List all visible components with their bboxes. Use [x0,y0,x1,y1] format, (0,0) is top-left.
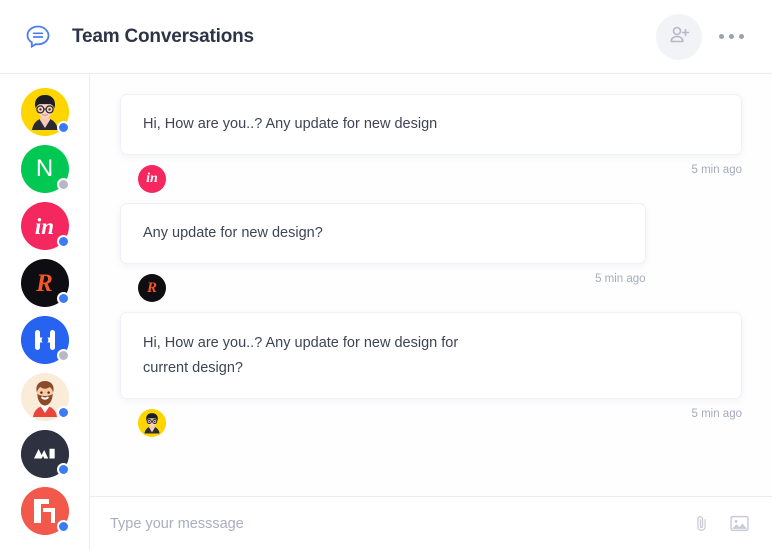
sidebar-contact-p-logo[interactable] [21,487,69,535]
add-user-icon [667,23,691,50]
message-item: Hi, How are you..? Any update for new de… [120,312,742,439]
message-timestamp: 5 min ago [691,408,742,420]
app-body: N in R [0,74,772,550]
sidebar-contact-m-logo[interactable] [21,430,69,478]
sidebar-contact-illustrated-girl-glasses[interactable] [21,88,69,136]
composer-actions [691,513,750,534]
page-title: Team Conversations [72,26,254,48]
message-item: Any update for new design? R 5 min ago [120,203,742,304]
message-sender-avatar-illustrated-girl-glasses[interactable] [138,409,166,437]
more-options-icon-dot3 [739,34,744,39]
image-icon[interactable] [729,513,750,534]
sidebar-contact-invision-logo[interactable]: in [21,202,69,250]
status-dot-offline [57,178,70,191]
message-meta: 5 min ago [120,407,742,439]
message-text: Hi, How are you..? Any update for new de… [143,112,437,137]
message-input[interactable] [110,497,691,550]
sidebar-contact-illustrated-man-beard[interactable] [21,373,69,421]
message-sender-avatar-r-logo[interactable]: R [138,274,166,302]
message-bubble[interactable]: Hi, How are you..? Any update for new de… [120,312,742,399]
chat-bubble-icon [22,21,54,53]
message-bubble[interactable]: Any update for new design? [120,203,646,264]
message-text: Hi, How are you..? Any update for new de… [143,331,479,381]
status-dot-online [57,292,70,305]
avatar-letter: R [36,271,53,296]
chat-panel: Hi, How are you..? Any update for new de… [90,74,772,550]
sidebar-contact-r-logo[interactable]: R [21,259,69,307]
avatar-letter: in [146,172,158,186]
message-meta: in 5 min ago [120,163,742,195]
status-dot-online [57,121,70,134]
message-text: Any update for new design? [143,221,323,246]
avatar-letter: N [36,157,53,181]
message-bubble[interactable]: Hi, How are you..? Any update for new de… [120,94,742,155]
contacts-sidebar[interactable]: N in R [0,74,90,550]
add-user-button[interactable] [656,14,702,60]
paperclip-icon[interactable] [691,513,712,534]
message-timestamp: 5 min ago [595,273,646,285]
sidebar-contact-n-logo[interactable]: N [21,145,69,193]
status-dot-online [57,463,70,476]
message-timestamp: 5 min ago [691,164,742,176]
more-options-icon [719,34,724,39]
avatar-letter: in [35,215,54,238]
message-meta: R 5 min ago [120,272,646,304]
message-composer [90,496,772,550]
status-dot-online [57,520,70,533]
message-item: Hi, How are you..? Any update for new de… [120,94,742,195]
message-sender-avatar-invision-logo[interactable]: in [138,165,166,193]
message-list: Hi, How are you..? Any update for new de… [90,74,772,496]
status-dot-online [57,406,70,419]
sidebar-contact-h-logo[interactable] [21,316,69,364]
avatar-letter: R [147,281,157,296]
more-options-icon-dot2 [729,34,734,39]
status-dot-online [57,235,70,248]
status-dot-offline [57,349,70,362]
more-options-button[interactable] [714,20,748,54]
chat-app-window: Team Conversations [0,0,772,550]
app-header: Team Conversations [0,0,772,74]
